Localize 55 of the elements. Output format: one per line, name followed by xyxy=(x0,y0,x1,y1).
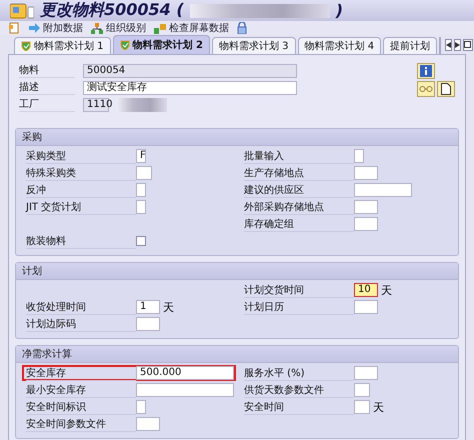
input-field[interactable] xyxy=(136,183,146,197)
input-field[interactable] xyxy=(136,317,160,331)
hierarchy-icon xyxy=(91,22,103,34)
input-field[interactable] xyxy=(136,383,234,397)
section-title: 计划 xyxy=(16,263,458,280)
document-icon[interactable] xyxy=(8,22,20,34)
lock-icon[interactable] xyxy=(237,22,247,34)
input-field[interactable]: 测试安全库存 xyxy=(83,80,297,94)
unit-label: 天 xyxy=(381,282,392,298)
document-button[interactable] xyxy=(437,81,455,97)
input-field[interactable] xyxy=(354,400,370,414)
section-title: 净需求计算 xyxy=(16,346,458,363)
arrow-icon xyxy=(28,23,40,33)
input-field[interactable] xyxy=(354,300,378,314)
input-field[interactable]: F xyxy=(136,149,146,163)
input-field[interactable] xyxy=(354,383,370,397)
input-field[interactable] xyxy=(136,200,146,214)
section-title: 采购 xyxy=(16,129,458,146)
input-field[interactable]: 500.000 xyxy=(136,366,234,380)
field-label: 物料 xyxy=(19,63,75,78)
info-button[interactable] xyxy=(417,63,435,79)
tab[interactable]: 物料需求计划 4 xyxy=(298,37,382,54)
tab[interactable]: 物料需求计划 2 xyxy=(112,35,210,54)
check-screen-icon xyxy=(154,22,166,34)
input-field: 500054 xyxy=(83,64,297,78)
window-title: ) xyxy=(336,1,343,20)
tab[interactable]: 物料需求计划 3 xyxy=(212,37,296,54)
input-field[interactable]: 10 xyxy=(354,283,378,297)
input-field[interactable] xyxy=(354,183,412,197)
field-label: 工厂 xyxy=(19,97,75,112)
toolbar-button[interactable]: 检查屏幕数据 xyxy=(154,21,229,35)
scroll-left-button[interactable] xyxy=(445,39,452,51)
tab[interactable]: 物料需求计划 1 xyxy=(14,37,111,54)
tab[interactable]: 提前计划 xyxy=(383,37,438,54)
window-title: 更改物料500054 ( xyxy=(40,0,184,21)
input-field[interactable] xyxy=(136,400,146,414)
glasses-icon xyxy=(419,85,433,93)
input-field[interactable]: 1 xyxy=(136,300,160,314)
unit-label: 天 xyxy=(163,300,174,314)
input-field[interactable] xyxy=(136,417,160,431)
scroll-right-button[interactable] xyxy=(454,39,462,51)
field-label: 散装物料 xyxy=(26,234,136,248)
unit-label: 天 xyxy=(373,400,384,414)
input-field[interactable] xyxy=(354,200,378,214)
input-field[interactable] xyxy=(354,166,378,180)
app-icon xyxy=(10,2,34,18)
input-field[interactable] xyxy=(354,366,378,380)
input-field[interactable] xyxy=(354,149,364,163)
checkbox[interactable] xyxy=(136,236,146,246)
input-field[interactable] xyxy=(354,217,378,231)
tab-list-button[interactable] xyxy=(463,39,474,51)
toolbar-button[interactable]: 组织级别 xyxy=(91,21,146,35)
toolbar-button[interactable]: 附加数据 xyxy=(28,21,83,35)
input-field[interactable] xyxy=(136,166,152,180)
field-label: 描述 xyxy=(19,80,75,95)
